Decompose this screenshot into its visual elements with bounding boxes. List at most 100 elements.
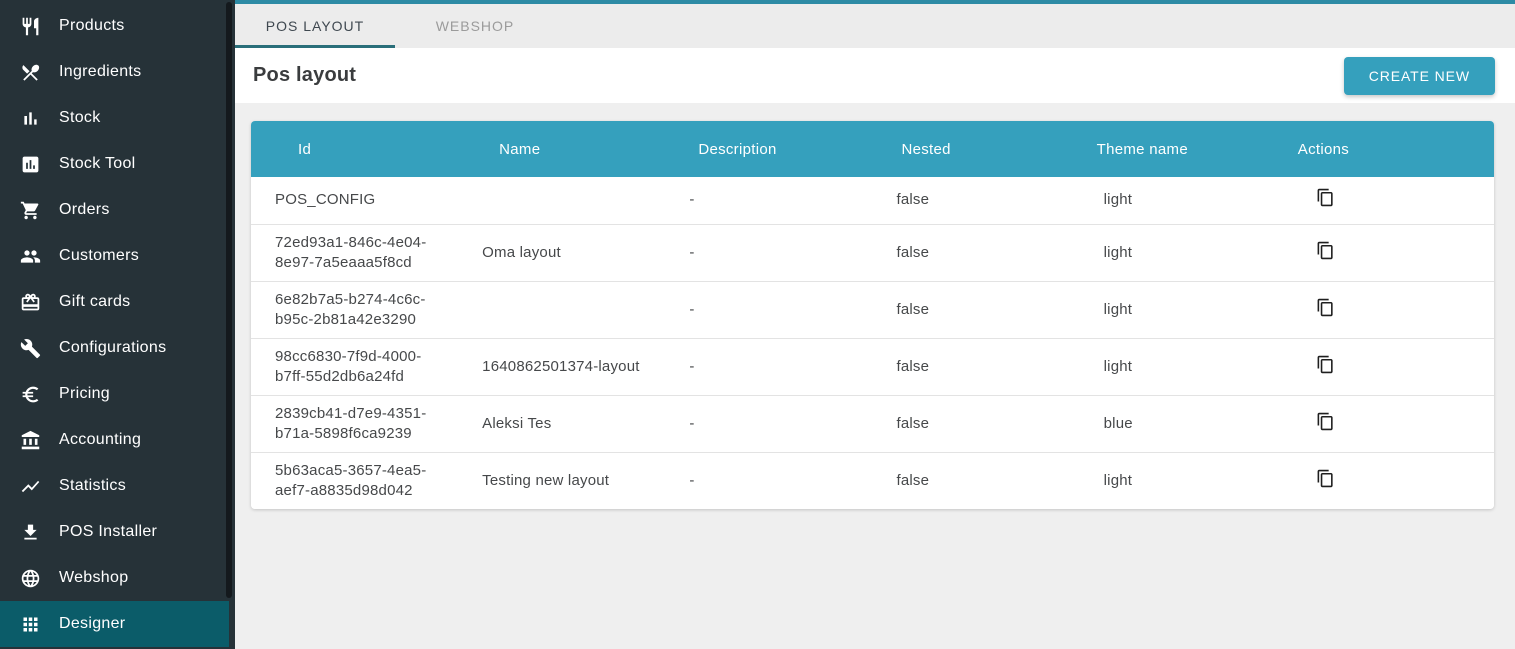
cell-name: Aleksi Tes: [458, 395, 665, 452]
sidebar-scrollbar-thumb[interactable]: [226, 2, 232, 598]
cell-theme: light: [1080, 224, 1287, 281]
main-content: POS LAYOUT WEBSHOP Pos layout CREATE NEW…: [235, 0, 1515, 649]
copy-button[interactable]: [1316, 469, 1340, 493]
copy-button[interactable]: [1316, 188, 1340, 212]
sidebar-item-stock-tool[interactable]: Stock Tool: [0, 141, 229, 187]
page-title: Pos layout: [253, 64, 356, 87]
pos-layout-table-card: Id Name Description Nested Theme name Ac…: [251, 121, 1494, 509]
cell-name: [458, 177, 665, 224]
sidebar-item-ingredients[interactable]: Ingredients: [0, 49, 229, 95]
page-header: Pos layout CREATE NEW: [235, 48, 1515, 103]
cell-description: -: [665, 395, 872, 452]
table-row: 6e82b7a5-b274-4c6c-b95c-2b81a42e3290 - f…: [251, 281, 1494, 338]
sidebar-item-label: Products: [59, 17, 125, 35]
cell-theme: light: [1080, 281, 1287, 338]
sidebar-scrollbar[interactable]: [226, 0, 232, 649]
sidebar-item-label: Webshop: [59, 569, 128, 587]
copy-icon: [1316, 412, 1335, 431]
sidebar-item-designer[interactable]: Designer: [0, 601, 229, 647]
sidebar-item-pricing[interactable]: Pricing: [0, 371, 229, 417]
cell-nested: false: [872, 281, 1079, 338]
table-row: POS_CONFIG - false light: [251, 177, 1494, 224]
column-header-id: Id: [251, 121, 458, 177]
sidebar-item-configurations[interactable]: Configurations: [0, 325, 229, 371]
cell-name: [458, 281, 665, 338]
sidebar-item-label: Customers: [59, 247, 139, 265]
wrench-icon: [19, 337, 41, 359]
copy-icon: [1316, 355, 1335, 374]
cell-actions: [1287, 224, 1494, 281]
cell-name: Testing new layout: [458, 452, 665, 509]
sidebar-item-products[interactable]: Products: [0, 3, 229, 49]
assessment-icon: [19, 153, 41, 175]
cell-actions: [1287, 281, 1494, 338]
cell-nested: false: [872, 224, 1079, 281]
globe-icon: [19, 567, 41, 589]
cell-id: 72ed93a1-846c-4e04-8e97-7a5eaaa5f8cd: [251, 224, 458, 281]
column-header-description: Description: [665, 121, 872, 177]
sidebar-item-stock[interactable]: Stock: [0, 95, 229, 141]
cell-actions: [1287, 452, 1494, 509]
sidebar-item-webshop[interactable]: Webshop: [0, 555, 229, 601]
create-new-button[interactable]: CREATE NEW: [1344, 57, 1495, 95]
download-icon: [19, 521, 41, 543]
copy-icon: [1316, 298, 1335, 317]
tab-pos-layout[interactable]: POS LAYOUT: [235, 4, 395, 48]
tab-webshop[interactable]: WEBSHOP: [395, 4, 555, 48]
copy-icon: [1316, 241, 1335, 260]
copy-button[interactable]: [1316, 355, 1340, 379]
cell-nested: false: [872, 177, 1079, 224]
sidebar-item-label: Pricing: [59, 385, 110, 403]
utensils-crossed-icon: [19, 61, 41, 83]
sidebar-item-accounting[interactable]: Accounting: [0, 417, 229, 463]
sidebar-item-label: Configurations: [59, 339, 166, 357]
cell-id: 98cc6830-7f9d-4000-b7ff-55d2db6a24fd: [251, 338, 458, 395]
cell-actions: [1287, 395, 1494, 452]
sidebar-item-label: Gift cards: [59, 293, 130, 311]
column-header-theme-name: Theme name: [1080, 121, 1287, 177]
cell-description: -: [665, 452, 872, 509]
table-row: 72ed93a1-846c-4e04-8e97-7a5eaaa5f8cd Oma…: [251, 224, 1494, 281]
people-icon: [19, 245, 41, 267]
column-header-name: Name: [458, 121, 665, 177]
sidebar-item-label: POS Installer: [59, 523, 157, 541]
sidebar-item-label: Stock: [59, 109, 101, 127]
sidebar-item-label: Designer: [59, 615, 125, 633]
cell-theme: light: [1080, 177, 1287, 224]
euro-icon: [19, 383, 41, 405]
cell-name: Oma layout: [458, 224, 665, 281]
table-header-row: Id Name Description Nested Theme name Ac…: [251, 121, 1494, 177]
cell-theme: blue: [1080, 395, 1287, 452]
copy-icon: [1316, 188, 1335, 207]
gift-card-icon: [19, 291, 41, 313]
tab-active-indicator: [235, 45, 395, 48]
copy-button[interactable]: [1316, 412, 1340, 436]
sidebar-item-label: Statistics: [59, 477, 126, 495]
copy-button[interactable]: [1316, 298, 1340, 322]
cell-id: 6e82b7a5-b274-4c6c-b95c-2b81a42e3290: [251, 281, 458, 338]
cell-id: POS_CONFIG: [251, 177, 458, 224]
cell-name: 1640862501374-layout: [458, 338, 665, 395]
cell-nested: false: [872, 338, 1079, 395]
table-row: 2839cb41-d7e9-4351-b71a-5898f6ca9239 Ale…: [251, 395, 1494, 452]
cell-description: -: [665, 224, 872, 281]
sidebar: Products Ingredients Stock Stock Tool Or: [0, 0, 235, 649]
tab-bar: POS LAYOUT WEBSHOP: [235, 4, 1515, 48]
cell-actions: [1287, 177, 1494, 224]
sidebar-nav: Products Ingredients Stock Stock Tool Or: [0, 0, 235, 647]
cell-id: 5b63aca5-3657-4ea5-aef7-a8835d98d042: [251, 452, 458, 509]
sidebar-item-pos-installer[interactable]: POS Installer: [0, 509, 229, 555]
cell-id: 2839cb41-d7e9-4351-b71a-5898f6ca9239: [251, 395, 458, 452]
sidebar-item-gift-cards[interactable]: Gift cards: [0, 279, 229, 325]
line-chart-icon: [19, 475, 41, 497]
sidebar-item-statistics[interactable]: Statistics: [0, 463, 229, 509]
copy-button[interactable]: [1316, 241, 1340, 265]
sidebar-item-label: Accounting: [59, 431, 141, 449]
cell-description: -: [665, 281, 872, 338]
cell-description: -: [665, 338, 872, 395]
cell-description: -: [665, 177, 872, 224]
table-row: 98cc6830-7f9d-4000-b7ff-55d2db6a24fd 164…: [251, 338, 1494, 395]
sidebar-item-customers[interactable]: Customers: [0, 233, 229, 279]
sidebar-item-orders[interactable]: Orders: [0, 187, 229, 233]
grid-icon: [19, 613, 41, 635]
